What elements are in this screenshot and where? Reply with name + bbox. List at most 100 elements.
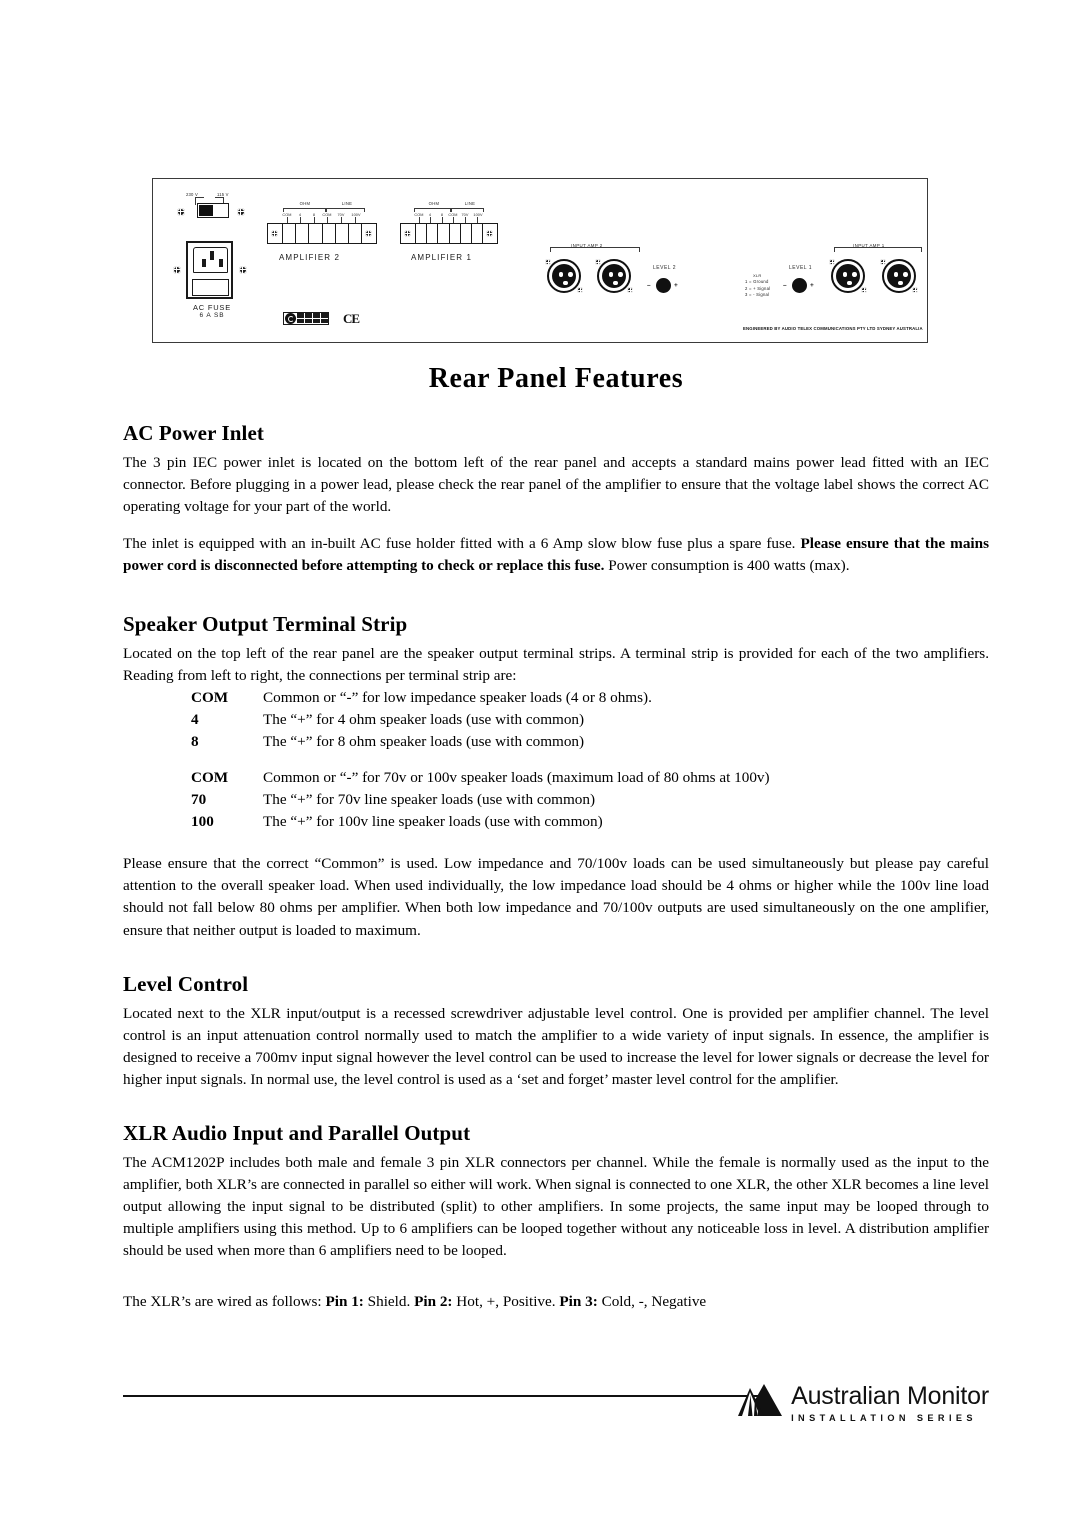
terminal-label: COM: [191, 689, 229, 707]
xlr-body: [552, 264, 576, 288]
xlr-legend-line-3: 3 = - Signal: [745, 292, 770, 298]
level-2-control[interactable]: [656, 278, 671, 293]
xlr-connector-male-amp2[interactable]: [595, 259, 635, 295]
ohm-group-label: OHM: [428, 201, 440, 206]
iec-pin-live: [202, 259, 206, 267]
speaker-terminal-strip-amp2[interactable]: [267, 223, 377, 244]
terminal-screw: [271, 229, 279, 237]
xlr-mount-screw: [627, 287, 635, 295]
terminal-cell[interactable]: [296, 224, 310, 243]
terminal-cell[interactable]: [427, 224, 439, 243]
ac-inlet-p2-part-b: Power consumption is 400 watts (max).: [604, 557, 850, 575]
terminal-cell[interactable]: [309, 224, 323, 243]
voltage-selector-115v-label: 115 V: [217, 192, 229, 197]
terminal-description: Common or “-” for low impedance speaker …: [263, 689, 652, 707]
terminal-strip-2-labels: OHM LINE COM 4 8 COM 70V 100V: [281, 201, 365, 223]
ac-fuse-caption: AC FUSE 6 A SB: [177, 303, 247, 321]
speaker-output-intro: Located on the top left of the rear pane…: [123, 645, 989, 685]
xlr-pin-2: [903, 272, 908, 277]
input-amp-1-bracket: [834, 247, 922, 252]
terminal-cell[interactable]: [416, 224, 428, 243]
line-group-label: LINE: [464, 201, 476, 206]
terminal-cell[interactable]: [323, 224, 336, 243]
ac-fuse-label: AC FUSE: [192, 303, 232, 312]
iec-pin-earth: [210, 251, 214, 260]
panel-screw: [177, 208, 185, 216]
heading-xlr-audio: XLR Audio Input and Parallel Output: [123, 1120, 471, 1145]
section-speaker-output: Speaker Output Terminal Strip Located on…: [123, 612, 989, 941]
ac-power-inlet-paragraph-2: The inlet is equipped with an in-built A…: [123, 533, 989, 577]
terminal-cells: [416, 224, 482, 243]
level-1-control[interactable]: [792, 278, 807, 293]
level-2-minus: –: [647, 282, 651, 289]
xlr-pin-3: [847, 280, 852, 286]
xlr-pin-2: [618, 272, 623, 277]
xlr-connector-male-amp1[interactable]: [880, 259, 920, 295]
xlr-pin-1: [558, 272, 564, 277]
level-1-plus: +: [810, 282, 814, 289]
terminal-cell[interactable]: [472, 224, 482, 243]
xlr-mount-screw: [880, 259, 888, 267]
terminal-cell[interactable]: [336, 224, 349, 243]
terminal-cell[interactable]: [283, 224, 297, 243]
mountain-peak-icon: [738, 1384, 783, 1416]
xlr-connector-female-amp1[interactable]: [829, 259, 869, 295]
panel-screw: [239, 266, 247, 274]
terminal-description: The “+” for 70v line speaker loads (use …: [263, 791, 596, 809]
heading-level-control: Level Control: [123, 971, 249, 996]
terminal-cell[interactable]: [450, 224, 461, 243]
terminal-label: COM: [191, 769, 229, 787]
xlr-body: [602, 264, 626, 288]
ac-power-inlet-paragraph-1: The 3 pin IEC power inlet is located on …: [123, 454, 989, 516]
footer-divider: [123, 1395, 768, 1397]
terminal-cell[interactable]: [461, 224, 472, 243]
xlr-pin-1: [842, 272, 848, 277]
xlr-pinout-legend: XLR 1 = Ground 2 = + Signal 3 = - Signal: [745, 273, 770, 299]
xlr-legend-line-1: 1 = Ground: [745, 279, 769, 285]
iec-socket-outline: [193, 247, 228, 273]
xlr-pin-2: [852, 272, 857, 277]
page-title: Rear Panel Features: [428, 363, 684, 394]
terminal-cells: [283, 224, 361, 243]
xlr-wiring-intro: The XLR’s are wired as follows:: [123, 1292, 326, 1310]
terminal-label: 8: [191, 733, 199, 751]
heading-ac-power-inlet: AC Power Inlet: [123, 421, 264, 445]
xlr-mount-screw: [861, 287, 869, 295]
ac-power-inlet-socket: [186, 241, 233, 299]
fuse-holder-bay: [192, 279, 229, 296]
brand-tagline: INSTALLATION SERIES: [791, 1413, 977, 1423]
speaker-output-outro: Please ensure that the correct “Common” …: [123, 855, 989, 939]
terminal-list-low-impedance: COM Common or “-” for low impedance spea…: [123, 687, 989, 753]
speaker-terminal-strip-amp1[interactable]: [400, 223, 498, 244]
line-group-label: LINE: [341, 201, 353, 206]
pin-2-text: Hot, +, Positive.: [452, 1292, 560, 1310]
ac-fuse-rating: 6 A SB: [199, 312, 225, 320]
document-body: Rear Panel Features AC Power Inlet The 3…: [123, 363, 989, 1313]
c-tick-compliance-icon: [283, 312, 329, 325]
xlr-mount-screw: [545, 259, 553, 267]
ohm-group-bracket: [283, 207, 327, 212]
xlr-pin-1: [608, 272, 614, 277]
terminal-description: The “+” for 8 ohm speaker loads (use wit…: [263, 733, 585, 751]
voltage-selector-switch[interactable]: [197, 203, 229, 218]
terminal-list-line-voltage: COM Common or “-” for 70v or 100v speake…: [123, 767, 989, 833]
document-page: 230 V 115 V AC FUSE 6 A SB OHM LINE COM …: [0, 0, 1080, 1528]
terminal-list-item: 70 The “+” for 70v line speaker loads (u…: [123, 789, 989, 811]
terminal-screw: [365, 229, 373, 237]
strip-endcap-left: [268, 224, 283, 243]
xlr-connector-female-amp2[interactable]: [545, 259, 585, 295]
ac-inlet-p2-part-a: The inlet is equipped with an in-built A…: [123, 535, 801, 553]
xlr-mount-screw: [912, 287, 920, 295]
panel-screw: [173, 266, 181, 274]
terminal-cell[interactable]: [438, 224, 450, 243]
terminal-list-item: 4 The “+” for 4 ohm speaker loads (use w…: [123, 709, 989, 731]
level-2-label: LEVEL 2: [653, 265, 677, 271]
logo-text: Australian Monitor INSTALLATION SERIES: [791, 1382, 989, 1424]
xlr-pin-2: [568, 272, 573, 277]
pin-1-label: Pin 1:: [325, 1292, 364, 1310]
terminal-description: The “+” for 100v line speaker loads (use…: [263, 813, 603, 831]
rear-panel-diagram: 230 V 115 V AC FUSE 6 A SB OHM LINE COM …: [152, 178, 928, 343]
strip-endcap-right: [361, 224, 376, 243]
terminal-label: 100: [191, 813, 214, 831]
terminal-cell[interactable]: [349, 224, 361, 243]
